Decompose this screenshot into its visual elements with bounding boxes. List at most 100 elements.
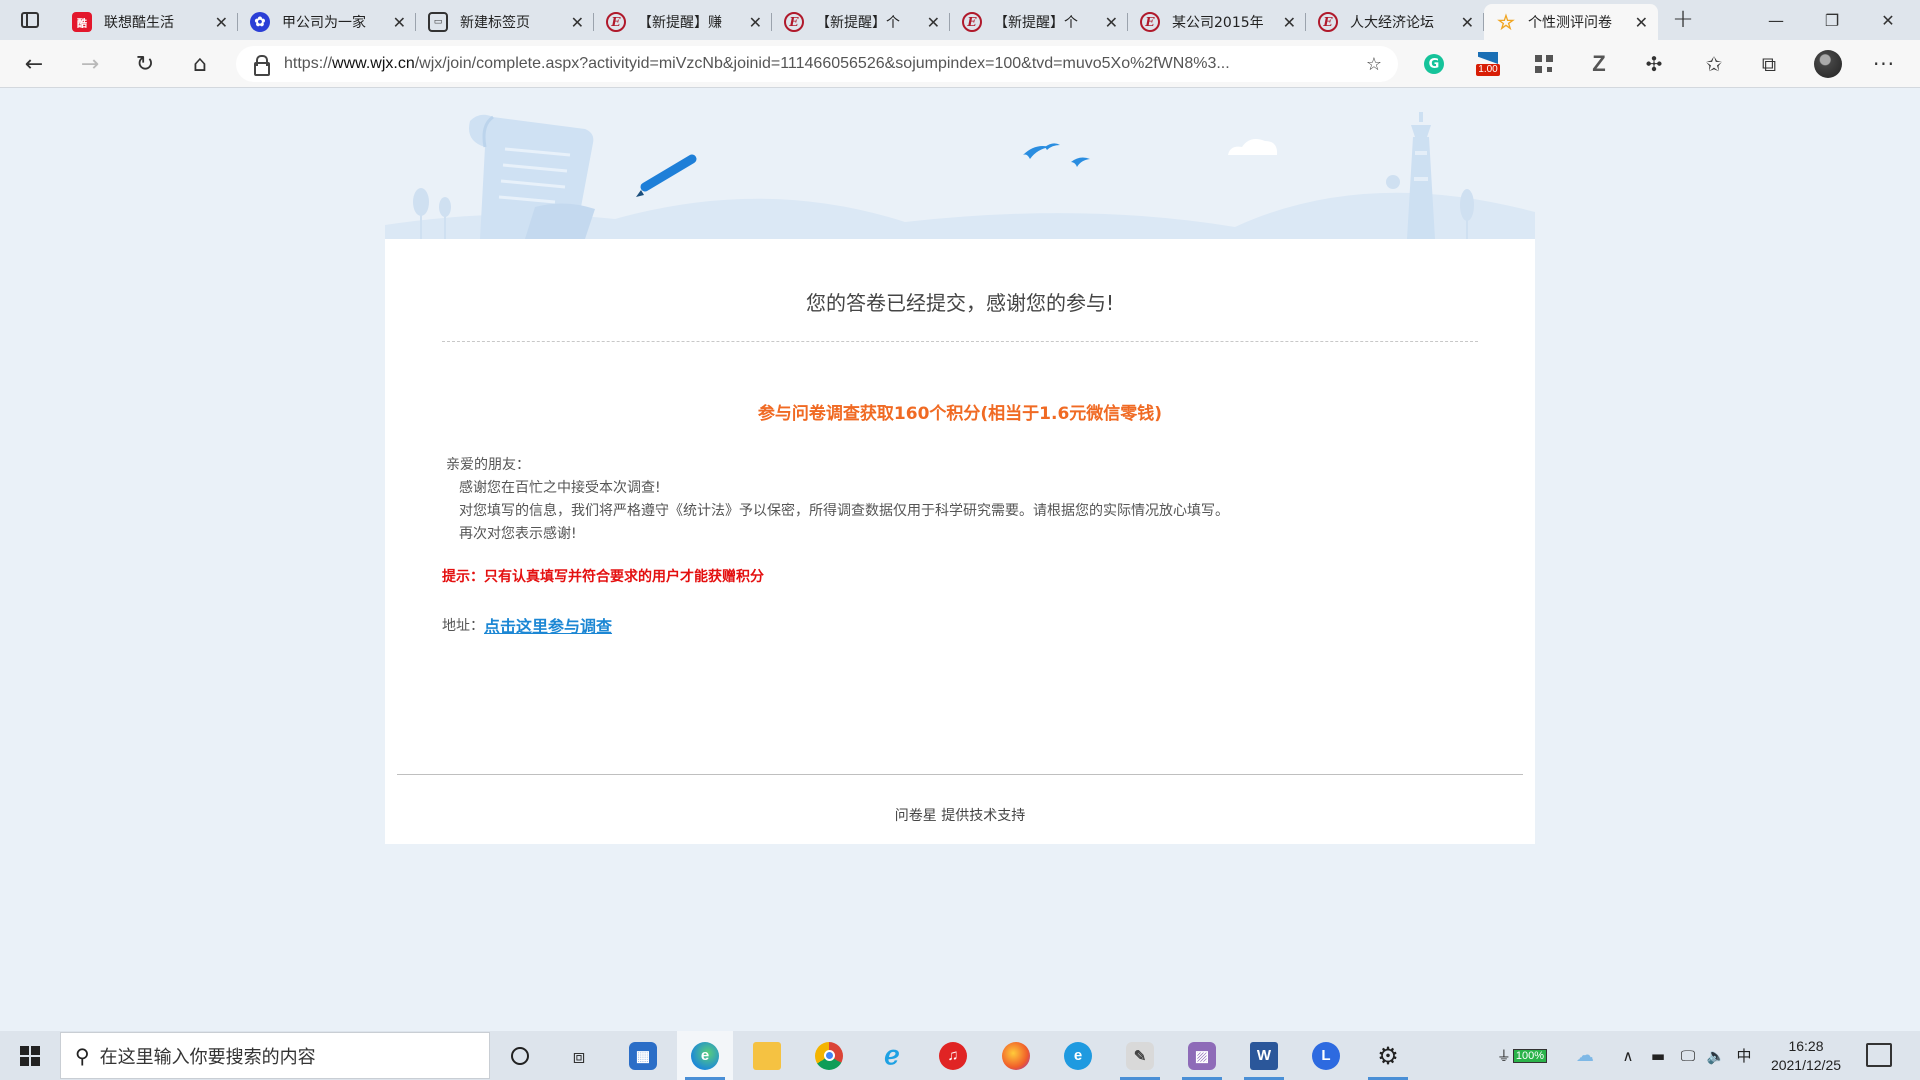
input-method-button[interactable]: 中 [1732, 1031, 1756, 1080]
taskbar-search-box[interactable]: ⚲ 在这里输入你要搜索的内容 [60, 1032, 490, 1079]
letter-line: 再次对您表示感谢! [459, 526, 577, 542]
taskbar-app-sketch[interactable]: ✎ [1112, 1031, 1168, 1080]
tab-new-tab[interactable]: ▭ 新建标签页 ✕ [416, 4, 594, 40]
taskbar-chrome[interactable] [801, 1031, 857, 1080]
taskbar-word[interactable]: W [1236, 1031, 1292, 1080]
e-icon: E [1140, 12, 1160, 32]
gear-icon [1386, 175, 1400, 189]
forward-button[interactable]: → [72, 46, 108, 82]
grammarly-extension-button[interactable]: G [1418, 48, 1450, 80]
browser-toolbar: ← → ↻ ⌂ https://www.wjx.cn/wjx/join/comp… [0, 40, 1920, 88]
completion-card: 您的答卷已经提交，感谢您的参与! 参与问卷调查获取160个积分(相当于1.6元微… [385, 239, 1535, 844]
tab-survey-active[interactable]: ☆ 个性测评问卷 ✕ [1484, 4, 1658, 40]
z-extension-button[interactable]: Z [1583, 48, 1615, 80]
close-window-button[interactable]: ✕ [1860, 0, 1916, 40]
minimize-icon: — [1768, 10, 1784, 30]
taskbar-settings[interactable]: ⚙ [1360, 1031, 1416, 1080]
tab-close-icon[interactable]: ✕ [571, 13, 584, 32]
address-bar[interactable]: https://www.wjx.cn/wjx/join/complete.asp… [236, 46, 1398, 82]
home-button[interactable]: ⌂ [182, 46, 218, 82]
search-placeholder: 在这里输入你要搜索的内容 [99, 1046, 316, 1068]
more-dots-icon: ··· [1872, 52, 1896, 76]
back-button[interactable]: ← [16, 46, 52, 82]
tab-close-icon[interactable]: ✕ [749, 13, 762, 32]
battery-indicator[interactable]: ⏚ 100% [1492, 1031, 1552, 1080]
taskbar-file-explorer[interactable] [739, 1031, 795, 1080]
show-hidden-icons-button[interactable]: ∧ [1614, 1031, 1642, 1080]
e-icon: E [962, 12, 982, 32]
collections-button[interactable]: ⧉ [1753, 48, 1785, 80]
tab-close-icon[interactable]: ✕ [1635, 13, 1648, 32]
url-text[interactable]: https://www.wjx.cn/wjx/join/complete.asp… [284, 55, 1356, 73]
url-host: www.wjx.cn [332, 55, 415, 72]
e-icon: E [1318, 12, 1338, 32]
store-bag-icon: ▦ [629, 1041, 657, 1070]
chrome-icon [815, 1041, 843, 1070]
chevron-up-icon: ∧ [1622, 1046, 1634, 1065]
volume-button[interactable]: 🔈 [1702, 1031, 1730, 1080]
refresh-button[interactable]: ↻ [127, 46, 163, 82]
notification-center-button[interactable] [1866, 1043, 1892, 1067]
arrow-left-icon: ← [24, 51, 44, 77]
taskbar-store[interactable]: ▦ [615, 1031, 671, 1080]
tab-pinggu-1[interactable]: E 【新提醒】赚 ✕ [594, 4, 772, 40]
qr-code-extension-button[interactable] [1528, 48, 1560, 80]
tab-title: 联想酷生活 [104, 15, 174, 31]
favorites-button[interactable]: ✩ [1698, 48, 1730, 80]
settings-more-button[interactable]: ··· [1868, 48, 1900, 80]
taskbar-app-paint[interactable]: ▨ [1174, 1031, 1230, 1080]
task-view-button[interactable]: ⧈ [551, 1031, 607, 1080]
tab-close-icon[interactable]: ✕ [215, 13, 228, 32]
footer-divider [397, 774, 1523, 775]
qr-code-icon [1535, 55, 1553, 73]
profile-button[interactable] [1812, 48, 1844, 80]
gear-icon: ⚙ [1377, 1041, 1399, 1070]
taskbar-ie[interactable]: ℯ [864, 1031, 920, 1080]
tab-pinggu-5[interactable]: E 人大经济论坛 ✕ [1306, 4, 1484, 40]
avatar [1814, 50, 1842, 78]
tab-close-icon[interactable]: ✕ [1283, 13, 1296, 32]
thank-you-letter: 亲爱的朋友： 感谢您在百忙之中接受本次调查! 对您填写的信息，我们将严格遵守《统… [446, 454, 1446, 546]
onedrive-button[interactable]: ☁ [1568, 1031, 1602, 1080]
tab-close-icon[interactable]: ✕ [393, 13, 406, 32]
taskbar-firefox[interactable] [988, 1031, 1044, 1080]
plug-icon: ⏚ [1496, 1048, 1511, 1065]
power-status-button[interactable]: ▬ [1644, 1031, 1672, 1080]
taskbar-edge[interactable]: e [677, 1031, 733, 1080]
start-button[interactable] [0, 1031, 60, 1080]
add-favorite-icon[interactable]: ☆ [1356, 54, 1392, 75]
cloud-icon: ☁ [1576, 1045, 1594, 1066]
join-survey-link[interactable]: 点击这里参与调查 [484, 613, 612, 637]
taskbar-360-browser[interactable]: e [1050, 1031, 1106, 1080]
favorites-star-icon: ✩ [1705, 52, 1723, 76]
tab-close-icon[interactable]: ✕ [1105, 13, 1118, 32]
tab-title: 甲公司为一家 [282, 15, 366, 31]
puzzle-icon: ✣ [1645, 52, 1663, 76]
new-tab-button[interactable]: + [1665, 4, 1701, 36]
scroll-paper-icon [469, 114, 595, 239]
tab-close-icon[interactable]: ✕ [1461, 13, 1474, 32]
tab-actions-menu-button[interactable] [12, 7, 48, 33]
tab-pinggu-4[interactable]: E 某公司2015年 ✕ [1128, 4, 1306, 40]
restore-button[interactable]: ❐ [1804, 0, 1860, 40]
taskbar-netease-music[interactable]: ♫ [925, 1031, 981, 1080]
page-viewport: 您的答卷已经提交，感谢您的参与! 参与问卷调查获取160个积分(相当于1.6元微… [0, 89, 1920, 1031]
minimize-button[interactable]: — [1748, 0, 1804, 40]
tab-pinggu-3[interactable]: E 【新提醒】个 ✕ [950, 4, 1128, 40]
clock-date: 2021/12/25 [1770, 1056, 1842, 1073]
z-icon: Z [1592, 51, 1606, 76]
lock-icon[interactable] [252, 55, 270, 76]
tab-pinggu-2[interactable]: E 【新提醒】个 ✕ [772, 4, 950, 40]
tab-lenovo[interactable]: 酷 联想酷生活 ✕ [60, 4, 238, 40]
network-button[interactable]: 🖵 [1674, 1031, 1702, 1080]
taskbar-clock[interactable]: 16:28 2021/12/25 [1754, 1031, 1858, 1080]
tamper-extension-button[interactable]: 1.00 [1472, 48, 1504, 80]
tab-strip: 酷 联想酷生活 ✕ ✿ 甲公司为一家 ✕ ▭ 新建标签页 ✕ E 【新提醒】赚 … [0, 0, 1920, 40]
tab-close-icon[interactable]: ✕ [927, 13, 940, 32]
cortana-button[interactable] [492, 1031, 548, 1080]
tab-baidu[interactable]: ✿ 甲公司为一家 ✕ [238, 4, 416, 40]
taskbar-app-l[interactable]: L [1298, 1031, 1354, 1080]
arrow-right-icon: → [80, 51, 100, 77]
extensions-button[interactable]: ✣ [1638, 48, 1670, 80]
lenovo-icon: 酷 [72, 12, 92, 32]
